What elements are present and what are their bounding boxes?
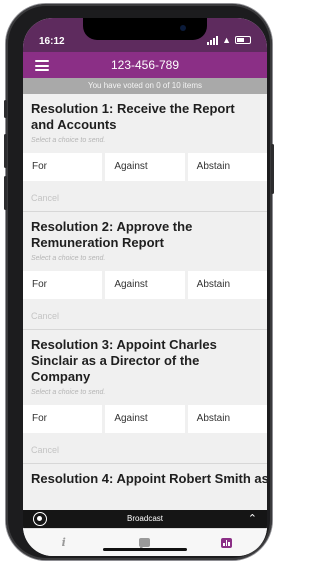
resolution-item: Resolution 3: Appoint Charles Sinclair a… xyxy=(23,330,267,464)
vote-against-button[interactable]: Against xyxy=(105,153,185,181)
resolution-item: Resolution 2: Approve the Remuneration R… xyxy=(23,212,267,330)
cancel-button[interactable]: Cancel xyxy=(31,299,261,329)
vote-abstain-button[interactable]: Abstain xyxy=(187,153,267,181)
app-header: 123-456-789 xyxy=(23,52,267,78)
battery-icon xyxy=(235,36,251,44)
vote-for-button[interactable]: For xyxy=(23,153,103,181)
vote-progress-banner: You have voted on 0 of 10 items xyxy=(23,78,267,94)
vote-for-button[interactable]: For xyxy=(23,405,103,433)
vote-for-button[interactable]: For xyxy=(23,271,103,299)
power-button xyxy=(271,144,274,194)
resolution-title: Resolution 2: Approve the Remuneration R… xyxy=(31,219,193,250)
notch xyxy=(83,18,207,40)
resolution-hint: Select a choice to send. xyxy=(31,137,106,144)
vote-abstain-button[interactable]: Abstain xyxy=(187,271,267,299)
home-indicator[interactable] xyxy=(103,548,187,551)
cancel-button[interactable]: Cancel xyxy=(31,433,261,463)
vote-choices: For Against Abstain xyxy=(23,405,267,433)
resolution-title: Resolution 1: Receive the Report and Acc… xyxy=(31,101,235,132)
phone-frame: 16:12 ▲ 123-456-789 You have voted on 0 … xyxy=(4,4,274,560)
chat-icon xyxy=(139,538,151,550)
vote-against-button[interactable]: Against xyxy=(105,271,185,299)
status-time: 16:12 xyxy=(39,36,65,47)
wifi-icon: ▲ xyxy=(222,35,231,45)
vote-abstain-button[interactable]: Abstain xyxy=(187,405,267,433)
front-camera xyxy=(180,25,186,31)
tab-info[interactable]: i xyxy=(23,529,104,556)
phone-screen: 16:12 ▲ 123-456-789 You have voted on 0 … xyxy=(23,18,267,556)
volume-down-button xyxy=(4,176,7,210)
resolution-title: Resolution 4: Appoint Robert Smith as a xyxy=(31,471,267,486)
resolution-title: Resolution 3: Appoint Charles Sinclair a… xyxy=(31,337,217,384)
resolution-hint: Select a choice to send. xyxy=(31,389,106,396)
volume-up-button xyxy=(4,134,7,168)
tab-voting[interactable] xyxy=(186,529,267,556)
resolution-hint: Select a choice to send. xyxy=(31,255,106,262)
cancel-button[interactable]: Cancel xyxy=(31,181,261,211)
broadcast-bar[interactable]: Broadcast ⌃ xyxy=(23,510,267,528)
vote-choices: For Against Abstain xyxy=(23,153,267,181)
signal-icon xyxy=(207,35,219,45)
tab-messages[interactable] xyxy=(104,529,185,556)
page-title: 123-456-789 xyxy=(110,58,180,72)
resolution-item: Resolution 1: Receive the Report and Acc… xyxy=(23,94,267,212)
bar-chart-icon xyxy=(220,537,232,548)
vote-choices: For Against Abstain xyxy=(23,271,267,299)
tab-bar: i xyxy=(23,528,267,556)
chevron-up-icon[interactable]: ⌃ xyxy=(248,512,257,525)
resolutions-list[interactable]: Resolution 1: Receive the Report and Acc… xyxy=(23,94,267,510)
vote-against-button[interactable]: Against xyxy=(105,405,185,433)
info-icon: i xyxy=(61,536,66,549)
status-icons: ▲ xyxy=(207,35,251,45)
broadcast-label: Broadcast xyxy=(126,514,164,523)
mute-switch xyxy=(4,100,7,118)
resolution-item: Resolution 4: Appoint Robert Smith as a xyxy=(23,464,267,487)
